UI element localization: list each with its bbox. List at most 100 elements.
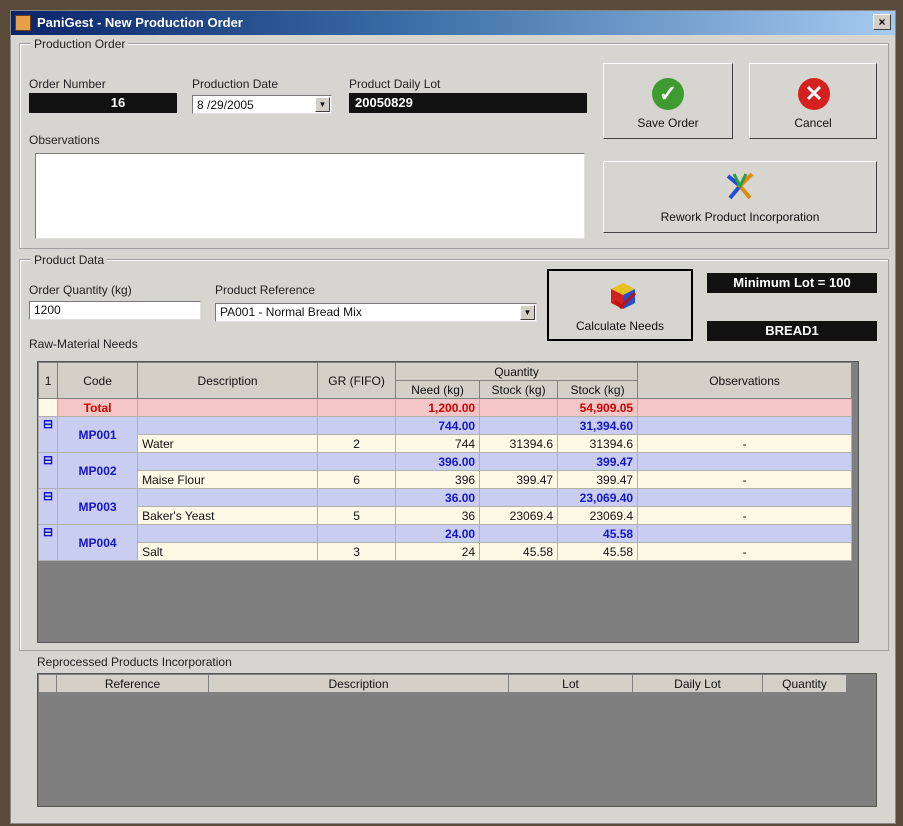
col-header-reference[interactable]: Reference bbox=[56, 674, 209, 693]
group-row[interactable]: ⊟ MP003 36.00 23,069.40 bbox=[38, 488, 853, 525]
material-code: MP003 bbox=[57, 488, 139, 525]
col-header-quantity: Quantity bbox=[395, 362, 639, 381]
chevron-down-icon[interactable]: ▼ bbox=[315, 97, 330, 112]
total-label: Total bbox=[57, 398, 139, 417]
raw-material-needs-label: Raw-Material Needs bbox=[29, 337, 138, 351]
window-title: PaniGest - New Production Order bbox=[37, 15, 243, 30]
table-row[interactable]: Maise Flour 6 396 399.47 399.47 - bbox=[39, 470, 853, 489]
material-description: Water bbox=[137, 434, 319, 453]
group-need: 36.00 bbox=[395, 488, 481, 507]
material-code: MP001 bbox=[57, 416, 139, 453]
close-window-button[interactable]: × bbox=[873, 14, 891, 30]
raw-material-table: 1 Code Description GR (FIFO) Quantity Ob… bbox=[38, 362, 853, 561]
col-header-stock[interactable]: Stock (kg) bbox=[479, 380, 559, 399]
material-stock: 31394.6 bbox=[479, 434, 559, 453]
col-header-description[interactable]: Description bbox=[208, 674, 509, 693]
rubiks-cube-icon bbox=[611, 283, 637, 310]
group-stock: 23,069.40 bbox=[557, 488, 639, 507]
total-row[interactable]: Total 1,200.00 54,909.05 bbox=[38, 398, 853, 417]
group-stock: 31,394.60 bbox=[557, 416, 639, 435]
collapse-toggle[interactable]: ⊟ bbox=[38, 524, 59, 561]
group-row[interactable]: ⊟ MP004 24.00 45.58 bbox=[38, 524, 853, 561]
material-need: 396 bbox=[395, 470, 481, 489]
collapse-toggle[interactable]: ⊟ bbox=[38, 488, 59, 525]
material-description: Maise Flour bbox=[137, 470, 319, 489]
cancel-label: Cancel bbox=[794, 116, 832, 130]
material-gr: 2 bbox=[317, 434, 397, 453]
cancel-button[interactable]: ✕ Cancel bbox=[749, 63, 877, 139]
product-code-badge: BREAD1 bbox=[707, 321, 877, 341]
group-need: 24.00 bbox=[395, 524, 481, 543]
app-icon bbox=[15, 15, 31, 31]
reprocessed-table: Reference Description Lot Daily Lot Quan… bbox=[38, 674, 847, 693]
daily-lot-label: Product Daily Lot bbox=[349, 77, 441, 91]
save-order-button[interactable]: ✓ Save Order bbox=[603, 63, 733, 139]
material-gr: 5 bbox=[317, 506, 397, 525]
material-stock-2: 45.58 bbox=[557, 542, 639, 561]
observations-textarea[interactable] bbox=[35, 153, 585, 239]
order-quantity-input[interactable]: 1200 bbox=[29, 301, 201, 320]
reprocessed-row-header bbox=[38, 674, 57, 693]
chevron-down-icon[interactable]: ▼ bbox=[520, 305, 535, 320]
reprocessed-grid[interactable]: Reference Description Lot Daily Lot Quan… bbox=[37, 673, 877, 807]
order-number-label: Order Number bbox=[29, 77, 106, 91]
col-header-need[interactable]: Need (kg) bbox=[395, 380, 481, 399]
title-bar[interactable]: PaniGest - New Production Order × bbox=[11, 11, 895, 35]
material-description: Baker's Yeast bbox=[137, 506, 319, 525]
rework-label: Rework Product Incorporation bbox=[660, 210, 820, 224]
col-header-code[interactable]: Code bbox=[57, 362, 139, 399]
material-stock: 399.47 bbox=[479, 470, 559, 489]
collapse-toggle[interactable]: ⊟ bbox=[38, 452, 59, 489]
col-header-stock-2[interactable]: Stock (kg) bbox=[557, 380, 639, 399]
group-need: 396.00 bbox=[395, 452, 481, 471]
material-stock: 23069.4 bbox=[479, 506, 559, 525]
material-stock-2: 31394.6 bbox=[557, 434, 639, 453]
material-description: Salt bbox=[137, 542, 319, 561]
rework-product-button[interactable]: Rework Product Incorporation bbox=[603, 161, 877, 233]
daily-lot-field: 20050829 bbox=[349, 93, 587, 113]
table-row[interactable]: Water 2 744 31394.6 31394.6 - bbox=[39, 434, 853, 453]
material-need: 744 bbox=[395, 434, 481, 453]
material-code: MP002 bbox=[57, 452, 139, 489]
col-header-quantity[interactable]: Quantity bbox=[762, 674, 847, 693]
check-icon: ✓ bbox=[652, 78, 684, 110]
col-header-lot[interactable]: Lot bbox=[508, 674, 633, 693]
product-reference-select[interactable]: PA001 - Normal Bread Mix ▼ bbox=[215, 303, 537, 322]
main-window: PaniGest - New Production Order × Produc… bbox=[10, 10, 896, 824]
material-observations: - bbox=[637, 542, 853, 561]
production-date-label: Production Date bbox=[192, 77, 279, 91]
table-row[interactable]: Baker's Yeast 5 36 23069.4 23069.4 - bbox=[39, 506, 853, 525]
group-row[interactable]: ⊟ MP001 744.00 31,394.60 bbox=[38, 416, 853, 453]
product-reference-value: PA001 - Normal Bread Mix bbox=[220, 305, 362, 319]
raw-material-grid[interactable]: 1 Code Description GR (FIFO) Quantity Ob… bbox=[37, 361, 859, 643]
material-gr: 6 bbox=[317, 470, 397, 489]
group-stock: 45.58 bbox=[557, 524, 639, 543]
group-need: 744.00 bbox=[395, 416, 481, 435]
material-observations: - bbox=[637, 434, 853, 453]
col-header-gr-fifo[interactable]: GR (FIFO) bbox=[317, 362, 397, 399]
total-stock: 54,909.05 bbox=[557, 398, 639, 417]
col-header-observations[interactable]: Observations bbox=[637, 362, 853, 399]
material-need: 36 bbox=[395, 506, 481, 525]
material-gr: 3 bbox=[317, 542, 397, 561]
calculate-needs-button[interactable]: Calculate Needs bbox=[547, 269, 693, 341]
minimum-lot-badge: Minimum Lot = 100 bbox=[707, 273, 877, 293]
production-date-picker[interactable]: 8 /29/2005 ▼ bbox=[192, 95, 332, 114]
row-index-header: 1 bbox=[38, 362, 59, 399]
material-stock-2: 399.47 bbox=[557, 470, 639, 489]
material-observations: - bbox=[637, 470, 853, 489]
table-row[interactable]: Salt 3 24 45.58 45.58 - bbox=[39, 542, 853, 561]
total-need: 1,200.00 bbox=[395, 398, 481, 417]
col-header-daily-lot[interactable]: Daily Lot bbox=[632, 674, 763, 693]
production-order-group-title: Production Order bbox=[31, 37, 129, 51]
reprocessed-label: Reprocessed Products Incorporation bbox=[37, 655, 232, 669]
material-need: 24 bbox=[395, 542, 481, 561]
col-header-description[interactable]: Description bbox=[137, 362, 319, 399]
rework-icon bbox=[726, 172, 754, 200]
product-reference-label: Product Reference bbox=[215, 283, 316, 297]
calculate-needs-label: Calculate Needs bbox=[575, 319, 665, 333]
collapse-toggle[interactable]: ⊟ bbox=[38, 416, 59, 453]
material-stock-2: 23069.4 bbox=[557, 506, 639, 525]
x-icon: ✕ bbox=[798, 78, 830, 110]
group-row[interactable]: ⊟ MP002 396.00 399.47 bbox=[38, 452, 853, 489]
